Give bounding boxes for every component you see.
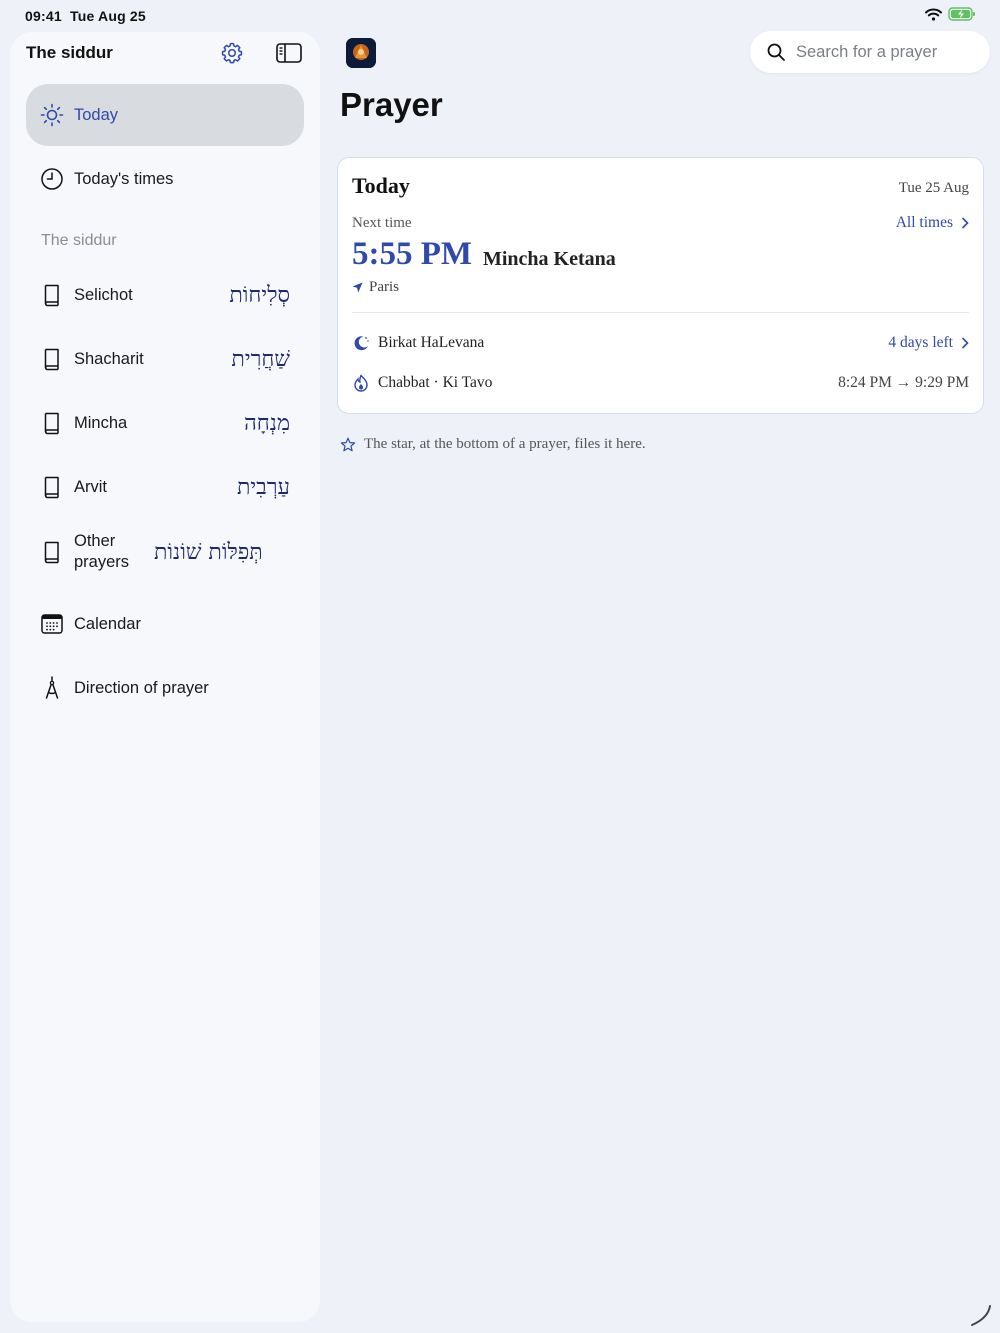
location-arrow-icon [352, 282, 363, 293]
sidebar-item-label: Other prayers [74, 532, 130, 571]
status-clock: 09:41 Tue Aug 25 [25, 8, 146, 24]
compass-icon [40, 676, 64, 700]
hebrew-title: שַׁחֲרִית [231, 347, 290, 372]
clock-icon [40, 167, 64, 191]
all-times-label: All times [895, 214, 953, 231]
sidebar-item-direction-of-prayer[interactable]: Direction of prayer [26, 657, 304, 719]
location[interactable]: Paris [352, 279, 399, 296]
settings-gear-icon[interactable] [219, 40, 245, 66]
row-label: Birkat HaLevana [378, 334, 485, 351]
next-prayer-name: Mincha Ketana [483, 248, 616, 270]
row-label: Chabbat · Ki Tavo [378, 374, 493, 391]
sidebar-item-today[interactable]: Today [26, 84, 304, 146]
page-title: Prayer [340, 86, 443, 123]
all-times-link[interactable]: All times [896, 214, 969, 232]
card-divider [352, 312, 969, 313]
book-icon [40, 283, 64, 307]
chabbat-row: Chabbat · Ki Tavo 8:24 PM → 9:29 PM [352, 372, 969, 394]
wifi-icon [925, 8, 942, 21]
section-header-siddur: The siddur [41, 232, 117, 249]
sidebar-item-label: Today's times [74, 169, 174, 188]
hebrew-title: תְּפִלּוֹת שׁוֹנוֹת [154, 540, 263, 565]
next-prayer-time: 5:55 PM [352, 236, 473, 272]
sidebar-item-other-prayers[interactable]: Other prayers תְּפִלּוֹת שׁוֹנוֹת [26, 520, 304, 584]
hebrew-title: סְלִיחוֹת [229, 283, 290, 308]
sidebar-item-label: Mincha [74, 413, 128, 432]
status-date: Tue Aug 25 [70, 8, 146, 24]
book-icon [40, 475, 64, 499]
sun-icon [40, 103, 64, 127]
sidebar-item-selichot[interactable]: Selichot סְלִיחוֹת [26, 264, 304, 326]
book-icon [40, 347, 64, 371]
hebrew-title: עַרְבִית [236, 475, 290, 500]
hebrew-title: מִנְחָה [244, 411, 290, 436]
status-time: 09:41 [25, 8, 62, 24]
row-value: 4 days left [888, 334, 953, 351]
next-time-label: Next time [352, 215, 412, 231]
app-logo [346, 38, 376, 68]
search-input[interactable] [794, 41, 978, 63]
search-bar[interactable] [750, 31, 990, 73]
sidebar: The siddur Today Today's times The siddu… [10, 32, 320, 1322]
sidebar-item-calendar[interactable]: Calendar [26, 593, 304, 655]
book-icon [40, 540, 64, 564]
sidebar-title: The siddur [26, 43, 113, 62]
status-bar: 09:41 Tue Aug 25 [0, 0, 1000, 32]
sidebar-toggle-icon[interactable] [275, 40, 303, 66]
battery-charging-icon [948, 7, 975, 21]
row-value: 8:24 PM → 9:29 PM [838, 374, 969, 391]
sidebar-item-shacharit[interactable]: Shacharit שַׁחֲרִית [26, 328, 304, 390]
sidebar-item-arvit[interactable]: Arvit עַרְבִית [26, 456, 304, 518]
sidebar-item-todays-times[interactable]: Today's times [26, 148, 304, 210]
sidebar-item-label: Calendar [74, 614, 141, 633]
calendar-icon [40, 612, 64, 636]
card-title: Today [352, 173, 410, 198]
moon-icon [352, 334, 370, 352]
status-icons [925, 7, 976, 21]
sidebar-item-label: Today [74, 105, 119, 124]
days-left-link[interactable]: 4 days left [888, 334, 969, 352]
sidebar-item-label: Shacharit [74, 349, 144, 368]
sidebar-item-label: Arvit [74, 477, 107, 496]
birkat-halevana-row[interactable]: Birkat HaLevana 4 days left [352, 332, 969, 354]
today-card[interactable]: Today Tue 25 Aug Next time All times 5:5… [337, 157, 984, 414]
sidebar-item-mincha[interactable]: Mincha מִנְחָה [26, 392, 304, 454]
chevron-right-icon [962, 337, 969, 349]
sidebar-item-label: Selichot [74, 285, 133, 304]
favorites-hint: The star, at the bottom of a prayer, fil… [340, 436, 646, 453]
sidebar-item-label: Direction of prayer [74, 678, 209, 697]
book-icon [40, 411, 64, 435]
star-icon [340, 437, 356, 451]
location-label: Paris [369, 279, 399, 295]
resize-handle-icon[interactable] [968, 1303, 994, 1329]
candle-flame-icon [352, 374, 370, 392]
search-icon [767, 43, 785, 61]
chevron-right-icon [962, 217, 969, 229]
card-date: Tue 25 Aug [898, 180, 969, 196]
hint-text: The star, at the bottom of a prayer, fil… [364, 436, 646, 452]
